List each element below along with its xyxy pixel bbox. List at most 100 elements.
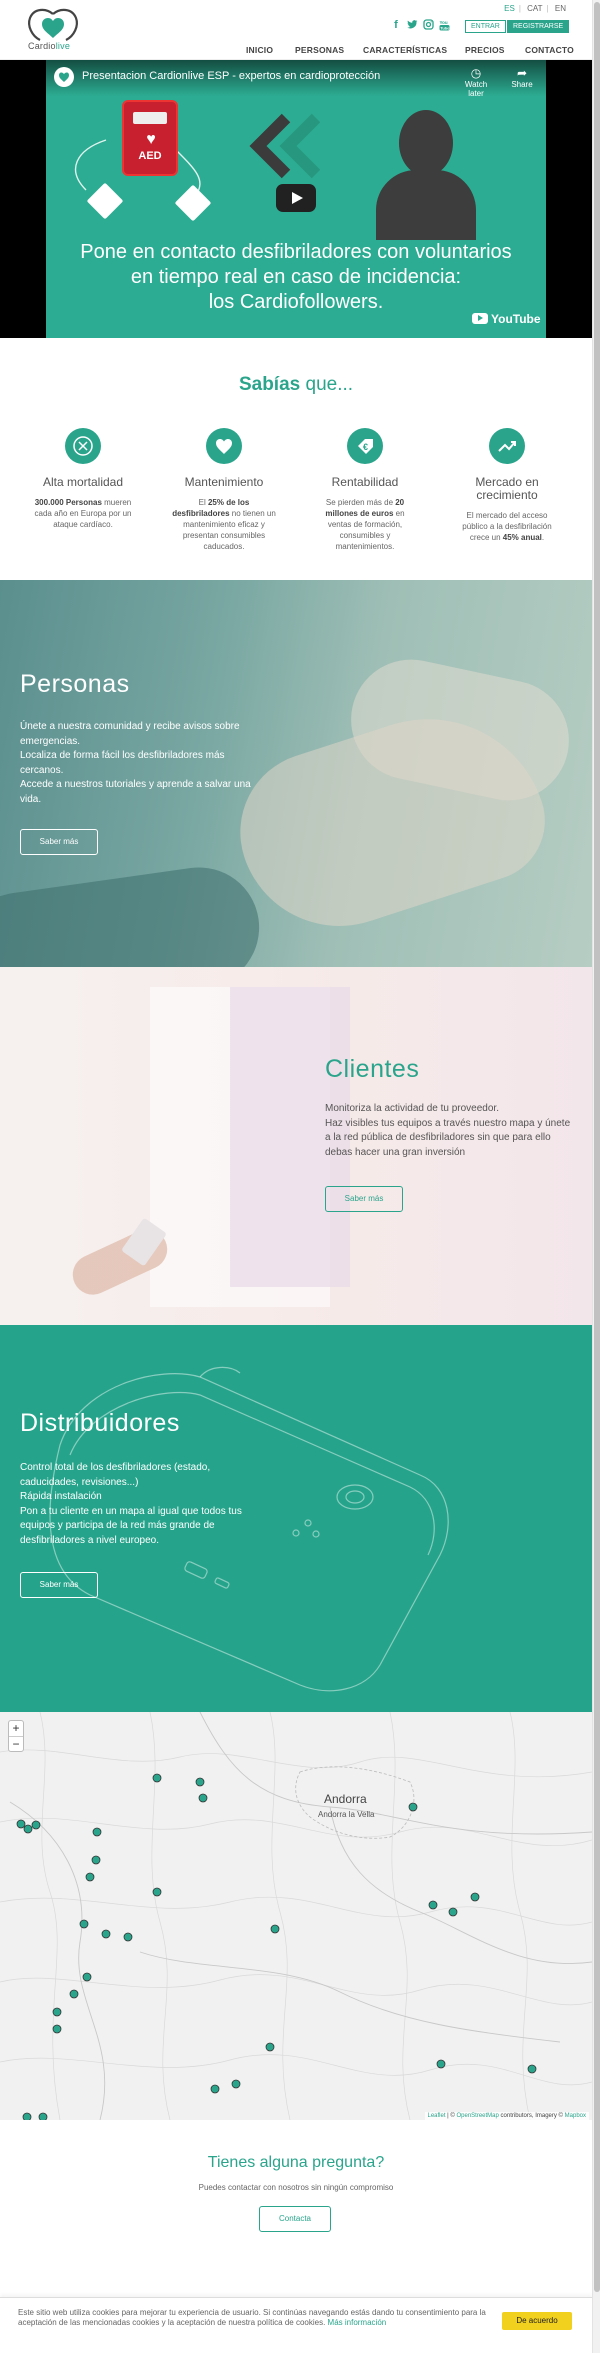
clientes-line: Haz visibles tus equipos a través nuestr… bbox=[325, 1117, 571, 1158]
map-zoom-control: + − bbox=[8, 1720, 24, 1752]
video-caption-line: los Cardiofollowers. bbox=[208, 291, 384, 313]
aed-label: AED bbox=[138, 150, 162, 162]
youtube-video-player[interactable]: Presentacion Cardionlive ESP - expertos … bbox=[46, 60, 546, 338]
clientes-line: Monitoriza la actividad de tu proveedor. bbox=[325, 1103, 499, 1114]
instagram-icon[interactable] bbox=[423, 19, 434, 31]
personas-text: Únete a nuestra comunidad y recibe aviso… bbox=[20, 720, 270, 807]
clientes-title: Clientes bbox=[325, 1055, 420, 1083]
page: Cardiolive ES | CAT | EN f You Tube ENTRAR … bbox=[0, 0, 592, 2353]
nav-inicio[interactable]: INICIO bbox=[246, 45, 273, 55]
heart-icon: ♥ bbox=[146, 131, 156, 148]
person-silhouette-head bbox=[399, 110, 453, 176]
map-city-label: Andorra la Vella bbox=[318, 1810, 375, 1819]
distribuidores-title: Distribuidores bbox=[20, 1409, 180, 1437]
feature-text: El 25% de los desfibriladores no tienen … bbox=[172, 498, 276, 551]
video-caption-line: Pone en contacto desfibriladores con vol… bbox=[80, 241, 512, 263]
map-marker bbox=[210, 2084, 220, 2094]
clientes-section: Clientes Monitoriza la actividad de tu p… bbox=[0, 967, 592, 1325]
feature-text: El mercado del acceso público a la desfi… bbox=[462, 511, 552, 542]
map-marker bbox=[101, 1929, 111, 1939]
youtube-logo[interactable]: YouTube bbox=[472, 312, 541, 326]
map-marker bbox=[79, 1919, 89, 1929]
distribuidores-saber-mas-button[interactable]: Saber más bbox=[20, 1572, 98, 1598]
youtube-play-icon bbox=[472, 313, 488, 324]
map-marker bbox=[195, 1777, 205, 1787]
svg-text:€: € bbox=[363, 442, 368, 452]
map-marker bbox=[69, 1989, 79, 1999]
distribuidores-line: Pon a tu cliente en un mapa al igual que… bbox=[20, 1505, 242, 1546]
map-marker bbox=[265, 2042, 275, 2052]
map-marker bbox=[448, 1907, 458, 1917]
register-button[interactable]: REGISTRARSE bbox=[507, 20, 570, 33]
feature-title: Rentabilidad bbox=[331, 475, 399, 489]
mapbox-link[interactable]: Mapbox bbox=[565, 2113, 586, 2119]
feature-text: 300.000 Personas mueren cada año en Euro… bbox=[34, 498, 132, 529]
map-marker bbox=[31, 1820, 41, 1830]
contact-subtitle: Puedes contactar con nosotros sin ningún… bbox=[198, 2183, 394, 2192]
feature-title: Alta mortalidad bbox=[42, 475, 124, 489]
facebook-icon[interactable]: f bbox=[391, 19, 401, 31]
person-silhouette-body bbox=[376, 170, 476, 240]
login-button[interactable]: ENTRAR bbox=[465, 20, 506, 33]
lang-en[interactable]: EN bbox=[555, 4, 566, 13]
map-marker bbox=[152, 1773, 162, 1783]
clientes-text: Monitoriza la actividad de tu proveedor.… bbox=[325, 1102, 575, 1160]
scrollbar-thumb[interactable] bbox=[594, 2, 600, 2292]
video-caption: Pone en contacto desfibriladores con vol… bbox=[46, 240, 546, 315]
nav-contacto[interactable]: CONTACTO bbox=[525, 45, 574, 55]
defibrillator-map[interactable]: + − Andorra Andorra la Vella Leaflet | ©… bbox=[0, 1712, 592, 2120]
sabias-title: Sabías que... bbox=[0, 374, 592, 396]
map-marker bbox=[270, 1924, 280, 1934]
heart-icon bbox=[206, 428, 242, 464]
clientes-saber-mas-button[interactable]: Saber más bbox=[325, 1186, 403, 1212]
map-marker bbox=[82, 1972, 92, 1982]
map-marker bbox=[470, 1892, 480, 1902]
map-attribution: Leaflet | © OpenStreetMap contributors, … bbox=[424, 2112, 589, 2120]
youtube-logo-label: YouTube bbox=[491, 312, 541, 326]
distribuidores-section: Distribuidores Control total de los desf… bbox=[0, 1325, 592, 1712]
youtube-icon[interactable]: You Tube bbox=[439, 19, 450, 31]
map-country-label: Andorra bbox=[324, 1792, 367, 1806]
main-nav: INICIO PERSONAS CARACTERÍSTICAS PRECIOS … bbox=[0, 45, 592, 57]
nav-personas[interactable]: PERSONAS bbox=[295, 45, 344, 55]
play-button[interactable] bbox=[276, 184, 316, 212]
contact-button[interactable]: Contacta bbox=[259, 2206, 331, 2232]
map-tiles bbox=[0, 1712, 592, 2120]
twitter-icon[interactable] bbox=[407, 19, 418, 31]
nav-caracteristicas[interactable]: CARACTERÍSTICAS bbox=[363, 45, 447, 55]
euro-icon: € bbox=[347, 428, 383, 464]
video-caption-line: en tiempo real en caso de incidencia: bbox=[130, 266, 462, 288]
osm-link[interactable]: OpenStreetMap bbox=[457, 2113, 499, 2119]
map-marker bbox=[22, 2112, 32, 2120]
cookie-banner: Este sitio web utiliza cookies para mejo… bbox=[0, 2297, 592, 2353]
contact-title: Tienes alguna pregunta? bbox=[207, 2154, 385, 2171]
map-marker bbox=[92, 1827, 102, 1837]
personas-line: Localiza de forma fácil los desfibrilado… bbox=[20, 750, 225, 776]
map-marker bbox=[436, 2059, 446, 2069]
cookie-accept-button[interactable]: De acuerdo bbox=[502, 2312, 572, 2330]
personas-section: Personas Únete a nuestra comunidad y rec… bbox=[0, 580, 592, 967]
sabias-title-bold: Sabías bbox=[238, 374, 301, 395]
lang-cat[interactable]: CAT bbox=[527, 4, 542, 13]
distribuidores-line: Control total de los desfibriladores (es… bbox=[20, 1462, 211, 1488]
feature-title: Mercado en crecimiento bbox=[475, 475, 539, 502]
scrollbar[interactable] bbox=[592, 0, 600, 2353]
personas-line: Únete a nuestra comunidad y recibe aviso… bbox=[20, 721, 240, 747]
nav-precios[interactable]: PRECIOS bbox=[465, 45, 505, 55]
features-row: Alta mortalidad 300.000 Personas mueren … bbox=[0, 428, 592, 568]
aed-device-illustration: ♥ AED bbox=[122, 100, 178, 176]
cookie-more-info-link[interactable]: Más información bbox=[328, 2318, 387, 2327]
map-marker bbox=[123, 1932, 133, 1942]
lang-es[interactable]: ES bbox=[504, 4, 515, 13]
map-marker bbox=[152, 1887, 162, 1897]
map-marker bbox=[527, 2064, 537, 2074]
feature-mantenimiento: Mantenimiento El 25% de los desfibrilado… bbox=[160, 428, 288, 552]
feature-text: Se pierden más de 20 millones de euros e… bbox=[325, 498, 405, 551]
map-marker bbox=[408, 1802, 418, 1812]
zoom-in-button[interactable]: + bbox=[9, 1721, 23, 1736]
personas-saber-mas-button[interactable]: Saber más bbox=[20, 829, 98, 855]
svg-text:You: You bbox=[440, 20, 448, 25]
zoom-out-button[interactable]: − bbox=[9, 1736, 23, 1751]
cookie-text: Este sitio web utiliza cookies para mejo… bbox=[18, 2308, 486, 2327]
leaflet-link[interactable]: Leaflet bbox=[428, 2113, 446, 2119]
